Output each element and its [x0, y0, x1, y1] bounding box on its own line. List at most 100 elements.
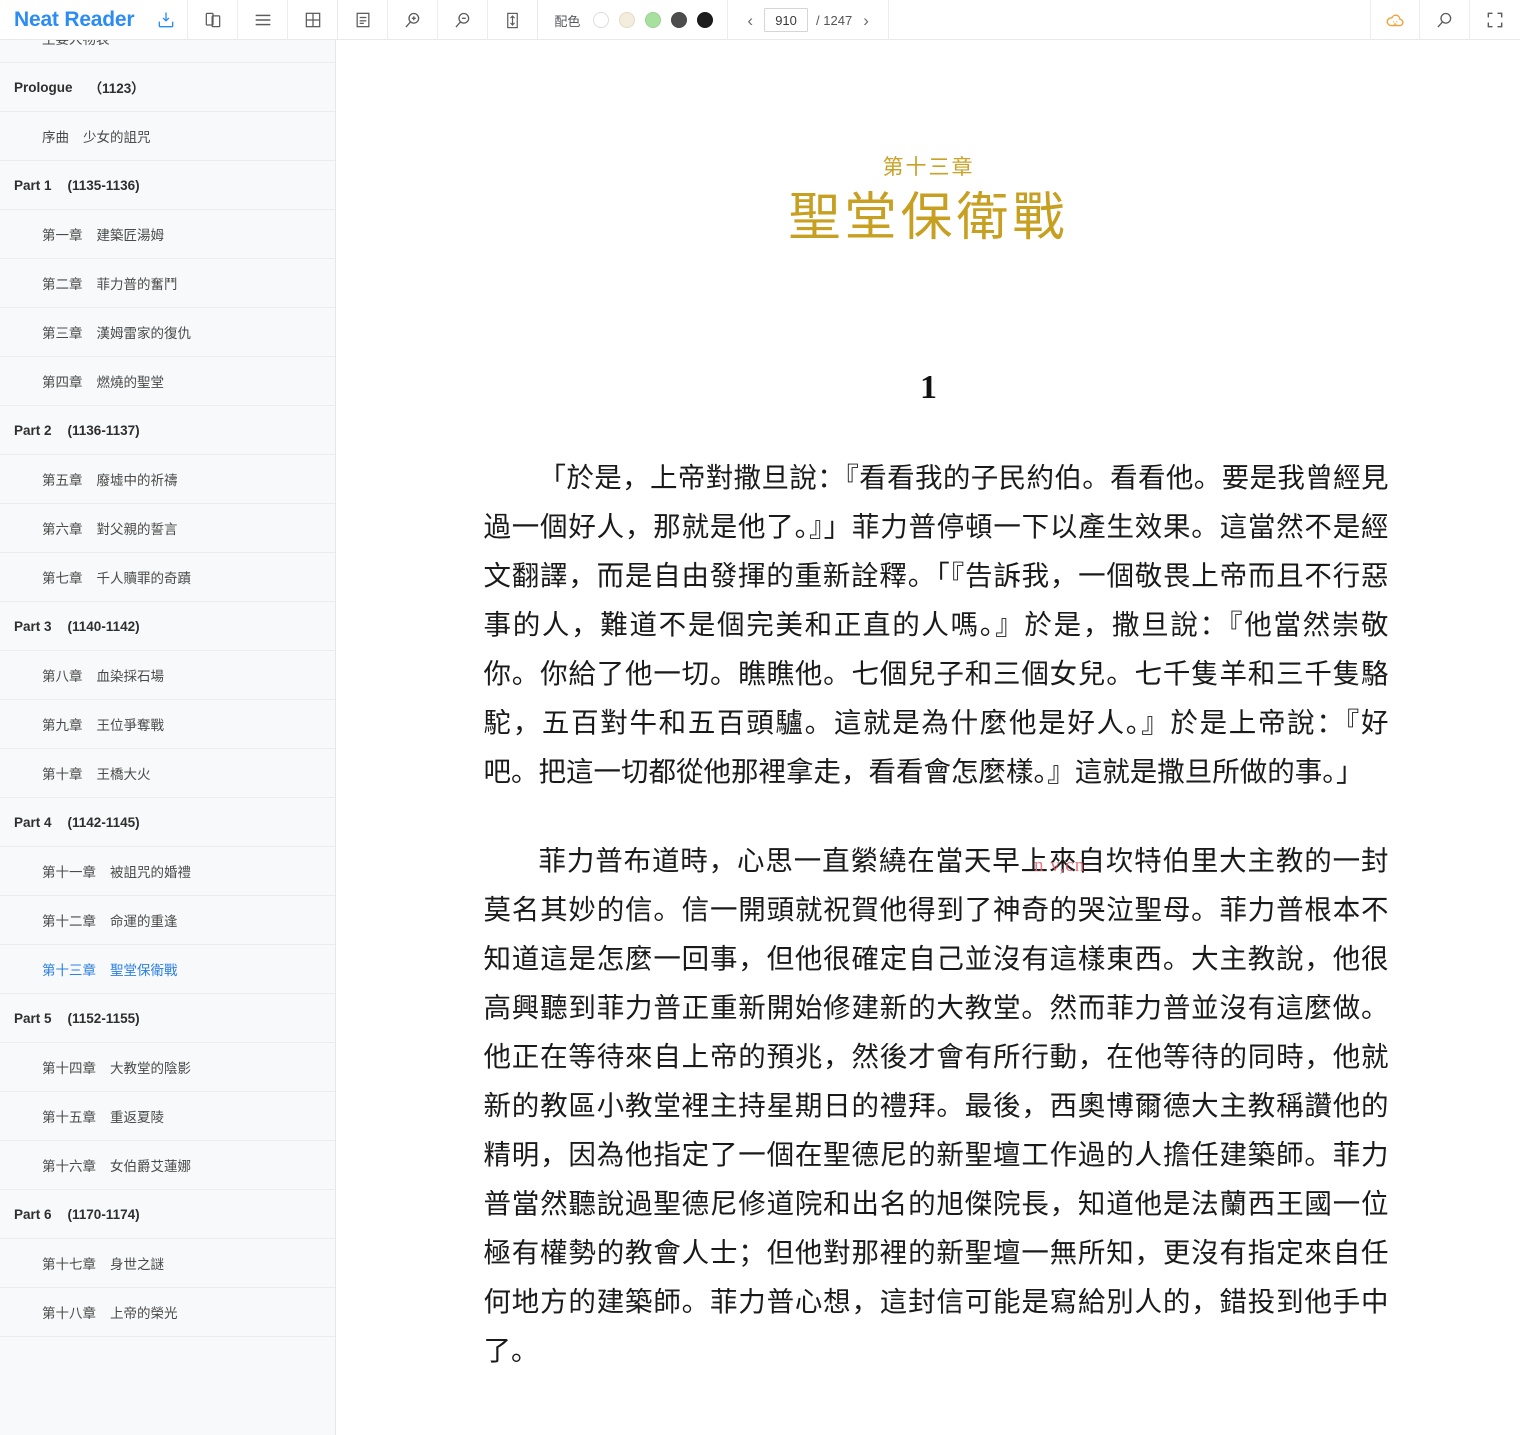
color-swatch-black[interactable] — [697, 12, 714, 28]
toc-part-part-4[interactable]: Part 4 (1142-1145) — [0, 798, 335, 847]
toc-part-label: Part 1 — [14, 177, 52, 193]
toc-chapter-number: 第一章 — [42, 228, 83, 243]
toc-part-range: （1123） — [88, 81, 145, 96]
toc-part-range: (1142-1145) — [67, 814, 140, 830]
toc-chapter-item[interactable]: 第十七章 身世之謎 — [0, 1239, 335, 1288]
toc-part-range: (1140-1142) — [67, 618, 140, 634]
page-number-input[interactable] — [764, 8, 809, 32]
toc-part-label: Part 6 — [14, 1206, 52, 1222]
toc-chapter-number: 第四章 — [42, 375, 83, 390]
toc-chapter-title: 對父親的誓言 — [96, 522, 178, 537]
toc-chapter-title: 王橋大火 — [96, 767, 151, 782]
toc-chapter-number: 第六章 — [42, 522, 83, 537]
chapter-heading: 第十三章 聖堂保衛戰 — [337, 155, 1520, 251]
toc-chapter-title: 菲力普的奮鬥 — [96, 277, 178, 292]
sidebar-toc[interactable]: 主要人物表 Prologue （1123） 序曲少女的詛咒 Part 1 (1135-11… — [0, 40, 336, 1435]
toc-chapter-number: 第九章 — [42, 718, 83, 733]
toc-chapter-number: 第十四章 — [42, 1061, 96, 1076]
toc-part-part-2[interactable]: Part 2 (1136-1137) — [0, 406, 335, 455]
toc-chapter-item[interactable]: 第十八章 上帝的榮光 — [0, 1288, 335, 1337]
toc-chapter-title: 重返夏陵 — [110, 1110, 164, 1125]
toc-part-part-6[interactable]: Part 6 (1170-1174) — [0, 1190, 335, 1239]
toc-chapter-item[interactable]: 第三章 漢姆雷家的復仇 — [0, 308, 335, 357]
toc-chapter-item[interactable]: 第七章 千人贖罪的奇蹟 — [0, 553, 335, 602]
toc-part-label: Part 3 — [14, 618, 52, 634]
toc-part-part-1[interactable]: Part 1 (1135-1136) — [0, 161, 335, 210]
toc-part-part-3[interactable]: Part 3 (1140-1142) — [0, 602, 335, 651]
toc-part-range: (1170-1174) — [67, 1206, 140, 1222]
paragraph: 「於是，上帝對撒旦說：『看看我的子民約伯。看看他。要是我曾經見過一個好人，那就是… — [483, 462, 1389, 788]
toc-part-label: Part 4 — [14, 814, 52, 830]
toc-chapter-number: 第十一章 — [42, 865, 96, 880]
toc-chapter-title: 血染採石場 — [96, 669, 165, 684]
search-icon[interactable] — [1420, 0, 1470, 40]
toc-chapter-title: 王位爭奪戰 — [96, 718, 165, 733]
toc-chapter-number: 第八章 — [42, 669, 83, 684]
toc-chapter-number: 第三章 — [42, 326, 83, 341]
toc-chapter-number: 第十三章 — [42, 963, 96, 978]
toc-chapter-item[interactable]: 第十章 王橋大火 — [0, 749, 335, 798]
toc-part-range: (1135-1136) — [67, 177, 140, 193]
top-toolbar: Neat Reader 配色 ‹ 910 / 1247 › — [0, 0, 1520, 40]
prev-page-button[interactable]: ‹ — [744, 12, 756, 29]
chapter-number: 第十三章 — [882, 155, 975, 179]
paragraph: 菲力普布道時，心思一直縈繞在當天早上來自坎特伯里大主教的一封莫名其妙的信。信一開… — [483, 845, 1389, 1367]
toc-chapter-number: 第十八章 — [42, 1306, 96, 1321]
next-page-button[interactable]: › — [860, 12, 872, 29]
toc-chapter-item[interactable]: 第一章 建築匠湯姆 — [0, 210, 335, 259]
toc-chapter-item[interactable]: 第四章 燃燒的聖堂 — [0, 357, 335, 406]
toc-chapter-item[interactable]: 序曲 少女的詛咒 — [0, 112, 335, 161]
toc-chapter-number: 第十七章 — [42, 1257, 96, 1272]
toc-chapter-number: 第十章 — [42, 767, 83, 782]
total-pages-label: / 1247 — [816, 12, 853, 28]
toc-chapter-item[interactable]: 第六章 對父親的誓言 — [0, 504, 335, 553]
toc-chapter-item[interactable]: 第十六章 女伯爵艾蓮娜 — [0, 1141, 335, 1190]
toc-chapter-item[interactable]: 主要人物表 — [0, 40, 335, 63]
color-swatch-white[interactable] — [593, 12, 610, 28]
fit-height-icon[interactable] — [488, 0, 539, 40]
fullscreen-icon[interactable] — [1470, 0, 1520, 40]
toc-list: 主要人物表 Prologue （1123） 序曲少女的詛咒 Part 1 (1135-11… — [0, 40, 335, 1337]
toc-chapter-number: 第十五章 — [42, 1110, 96, 1125]
toc-chapter-title: 被詛咒的婚禮 — [110, 865, 191, 880]
toc-chapter-title: 建築匠湯姆 — [96, 228, 165, 243]
toc-part-label: Part 2 — [14, 422, 52, 438]
zoom-in-icon[interactable] — [388, 0, 439, 40]
toc-chapter-item[interactable]: 第十四章 大教堂的陰影 — [0, 1043, 335, 1092]
reader-pane[interactable]: 第十三章 聖堂保衛戰 1 「於是，上帝對撒旦說：『看看我的子民約伯。看看他。要是… — [337, 40, 1520, 1435]
toc-chapter-item[interactable]: 第十一章 被詛咒的婚禮 — [0, 847, 335, 896]
color-swatch-green[interactable] — [645, 12, 662, 28]
toc-chapter-item[interactable]: 第五章 廢墟中的祈禱 — [0, 455, 335, 504]
toc-chapter-number: 第十六章 — [42, 1159, 96, 1174]
toc-part-prologue[interactable]: Prologue （1123） — [0, 63, 335, 112]
toc-chapter-title: 廢墟中的祈禱 — [96, 473, 178, 488]
color-scheme-group: 配色 — [538, 0, 729, 40]
toc-chapter-number: 第二章 — [42, 277, 83, 292]
toc-part-part-5[interactable]: Part 5 (1152-1155) — [0, 994, 335, 1043]
section-number: 1 — [920, 369, 937, 407]
toc-chapter-title: 上帝的榮光 — [110, 1306, 178, 1321]
zoom-out-icon[interactable] — [438, 0, 489, 40]
toc-chapter-item[interactable]: 第九章 王位爭奪戰 — [0, 700, 335, 749]
toc-chapter-item[interactable]: 第十二章 命運的重逢 — [0, 896, 335, 945]
color-swatch-cream[interactable] — [619, 12, 636, 28]
toc-chapter-item[interactable]: 第十三章 聖堂保衛戰 — [0, 945, 335, 994]
toc-chapter-title: 聖堂保衛戰 — [110, 963, 178, 978]
toc-chapter-item[interactable]: 第十五章 重返夏陵 — [0, 1092, 335, 1141]
save-icon[interactable] — [144, 0, 189, 40]
menu-icon[interactable] — [238, 0, 289, 40]
toc-chapter-item[interactable]: 第二章 菲力普的奮鬥 — [0, 259, 335, 308]
toc-chapter-title: 女伯爵艾蓮娜 — [110, 1159, 191, 1174]
toc-chapter-title: 命運的重逢 — [110, 914, 178, 929]
sidebar-scrollbar[interactable] — [331, 40, 335, 1435]
app-logo[interactable]: Neat Reader — [0, 0, 144, 40]
toc-part-label: Part 5 — [14, 1010, 52, 1026]
grid-layout-icon[interactable] — [288, 0, 339, 40]
body-text: 「於是，上帝對撒旦說：『看看我的子民約伯。看看他。要是我曾經見過一個好人，那就是… — [469, 453, 1389, 1375]
color-swatch-gray[interactable] — [671, 12, 688, 28]
cloud-sync-icon[interactable] — [1370, 0, 1420, 40]
toc-chapter-title: 千人贖罪的奇蹟 — [96, 571, 192, 586]
single-page-icon[interactable] — [338, 0, 389, 40]
toc-chapter-item[interactable]: 第八章 血染採石場 — [0, 651, 335, 700]
two-page-view-icon[interactable] — [188, 0, 239, 40]
